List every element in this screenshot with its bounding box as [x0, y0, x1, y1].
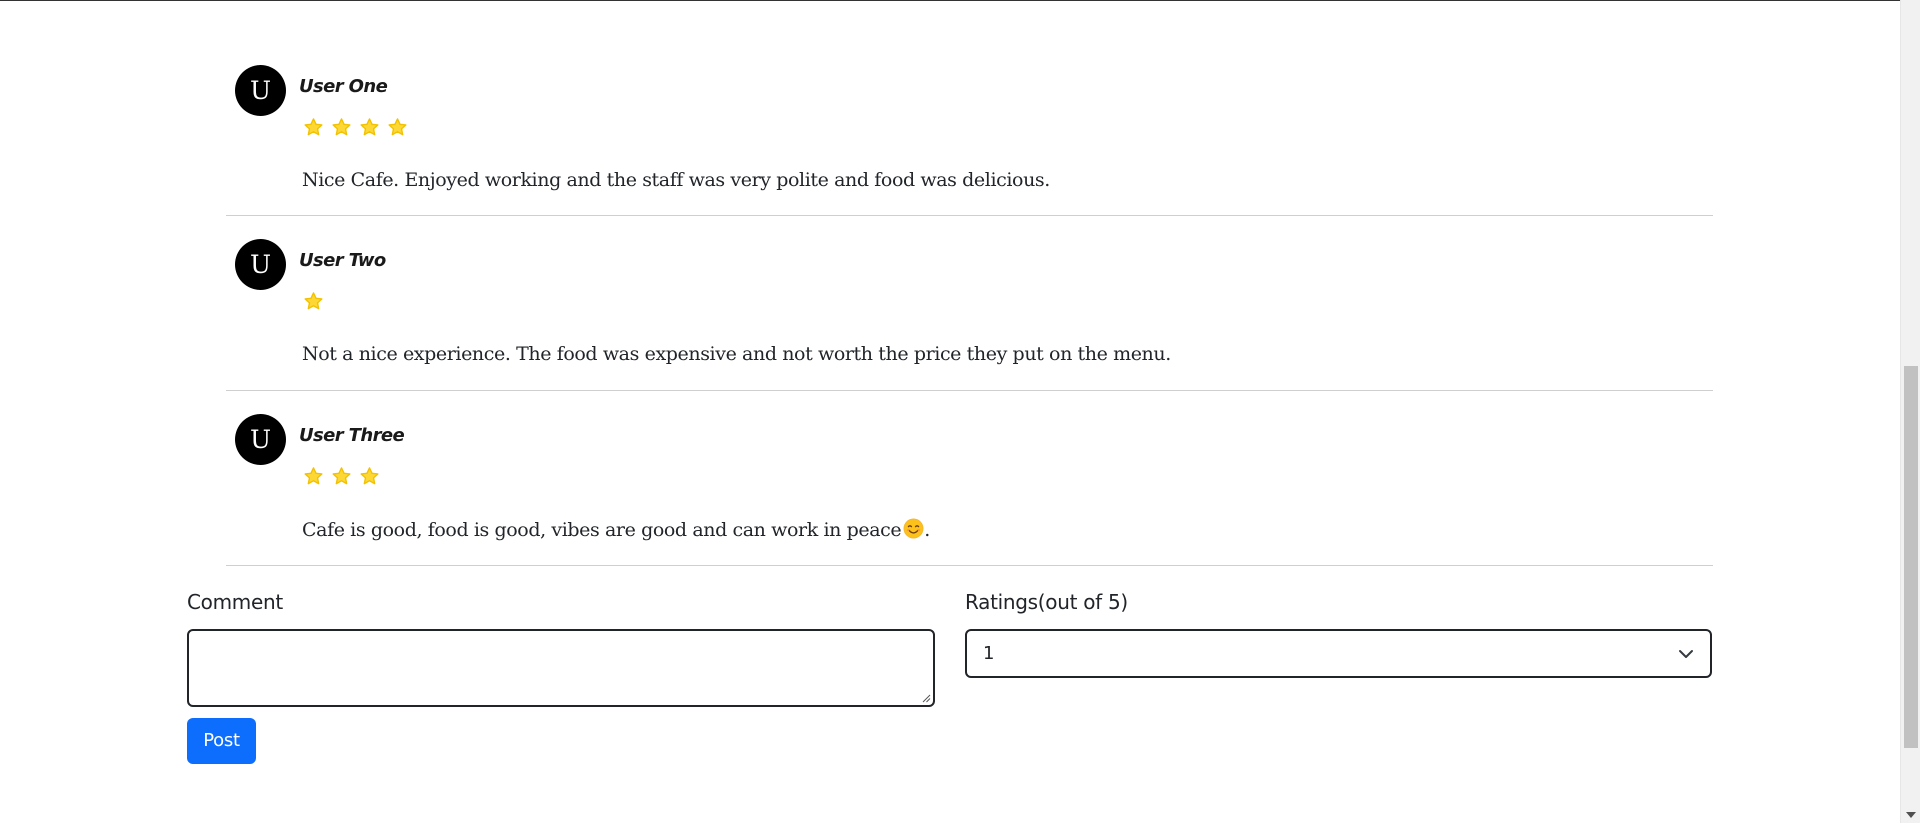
review-author: User Three: [299, 425, 405, 446]
star-icon: [360, 467, 379, 485]
vertical-scrollbar[interactable]: [1900, 0, 1920, 823]
star-icon: [332, 118, 351, 136]
star-rating: [303, 117, 408, 138]
scroll-down-arrow-icon[interactable]: [1906, 812, 1916, 818]
star-icon: [332, 467, 351, 485]
avatar: U: [235, 414, 286, 465]
review-author: User One: [299, 76, 388, 97]
avatar: U: [235, 65, 286, 116]
review-text: Cafe is good, food is good, vibes are go…: [302, 518, 930, 541]
review-text-content: Cafe is good, food is good, vibes are go…: [302, 519, 902, 541]
post-button[interactable]: Post: [187, 718, 256, 764]
review-item: U User Two Not a nice experience. The fo…: [226, 216, 1713, 391]
review-author: User Two: [299, 250, 386, 271]
scrollbar-thumb[interactable]: [1904, 366, 1918, 748]
review-text: Nice Cafe. Enjoyed working and the staff…: [302, 169, 1050, 191]
review-item: U User Three Cafe is good, food is good,…: [226, 391, 1713, 566]
chevron-down-icon: [1679, 650, 1693, 658]
avatar: U: [235, 239, 286, 290]
top-divider: [0, 0, 1900, 1]
reviews-list: U User One Nice Cafe. Enjoyed working an…: [226, 42, 1713, 566]
star-icon: [304, 118, 323, 136]
smiling-face-emoji-icon: [903, 518, 924, 539]
review-text: Not a nice experience. The food was expe…: [302, 343, 1171, 365]
resize-grip-icon[interactable]: [921, 693, 931, 703]
star-icon: [360, 118, 379, 136]
star-rating: [303, 466, 380, 487]
star-icon: [388, 118, 407, 136]
star-rating: [303, 291, 324, 312]
ratings-selected-value: 1: [983, 643, 995, 664]
review-item: U User One Nice Cafe. Enjoyed working an…: [226, 42, 1713, 216]
star-icon: [304, 292, 323, 310]
review-text-suffix: .: [924, 519, 930, 541]
ratings-select[interactable]: 1: [965, 629, 1712, 678]
comment-label: Comment: [187, 590, 283, 614]
star-icon: [304, 467, 323, 485]
comment-textarea[interactable]: [187, 629, 935, 707]
ratings-label: Ratings(out of 5): [965, 590, 1128, 614]
